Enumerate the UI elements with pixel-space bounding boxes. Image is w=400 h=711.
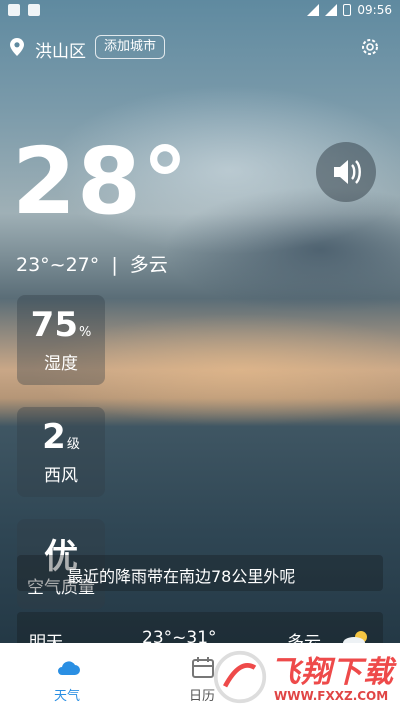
wind-unit: 级 xyxy=(66,437,80,452)
site-watermark: 飞翔下载 WWW.FXXZ.COM xyxy=(210,643,400,711)
speaker-icon xyxy=(334,160,361,184)
status-time: 09:56 xyxy=(357,3,392,17)
signal-icon xyxy=(325,4,338,16)
humidity-card[interactable]: 75% 湿度 xyxy=(17,295,105,385)
location-header: 洪山区 添加城市 xyxy=(0,32,400,62)
image-notification-icon xyxy=(8,4,20,16)
humidity-label: 湿度 xyxy=(44,354,78,374)
city-name[interactable]: 洪山区 xyxy=(35,37,86,62)
app-notification-icon xyxy=(28,4,40,16)
status-bar: 09:56 xyxy=(0,0,400,22)
humidity-value: 75 xyxy=(30,305,78,345)
rain-notice-banner[interactable]: 最近的降雨带在南边78公里外呢 xyxy=(17,555,383,591)
range-separator: | xyxy=(111,254,118,276)
location-pin-icon xyxy=(10,38,24,56)
temperature-range-row: 23°~27° | 多云 xyxy=(16,250,168,277)
rain-notice-text: 最近的降雨带在南边78公里外呢 xyxy=(67,567,296,586)
cloud-icon xyxy=(58,661,80,675)
add-city-button[interactable]: 添加城市 xyxy=(95,35,166,59)
battery-icon xyxy=(343,4,352,16)
wind-card[interactable]: 2级 西风 xyxy=(17,407,105,497)
wind-label: 西风 xyxy=(44,466,78,486)
watermark-text: 飞翔下载 xyxy=(270,655,394,690)
wifi-icon xyxy=(307,4,320,16)
voice-broadcast-button[interactable] xyxy=(316,142,376,202)
humidity-unit: % xyxy=(78,325,92,340)
watermark-logo-icon xyxy=(213,650,267,704)
tab-weather-label: 天气 xyxy=(53,689,80,704)
tab-weather[interactable]: 天气 xyxy=(17,643,117,711)
wind-value: 2 xyxy=(42,417,66,457)
temperature-range: 23°~27° xyxy=(16,254,100,276)
current-temperature: 28° xyxy=(12,128,190,235)
gear-icon[interactable] xyxy=(360,37,380,57)
watermark-url: WWW.FXXZ.COM xyxy=(274,689,389,703)
weather-condition: 多云 xyxy=(129,254,168,276)
